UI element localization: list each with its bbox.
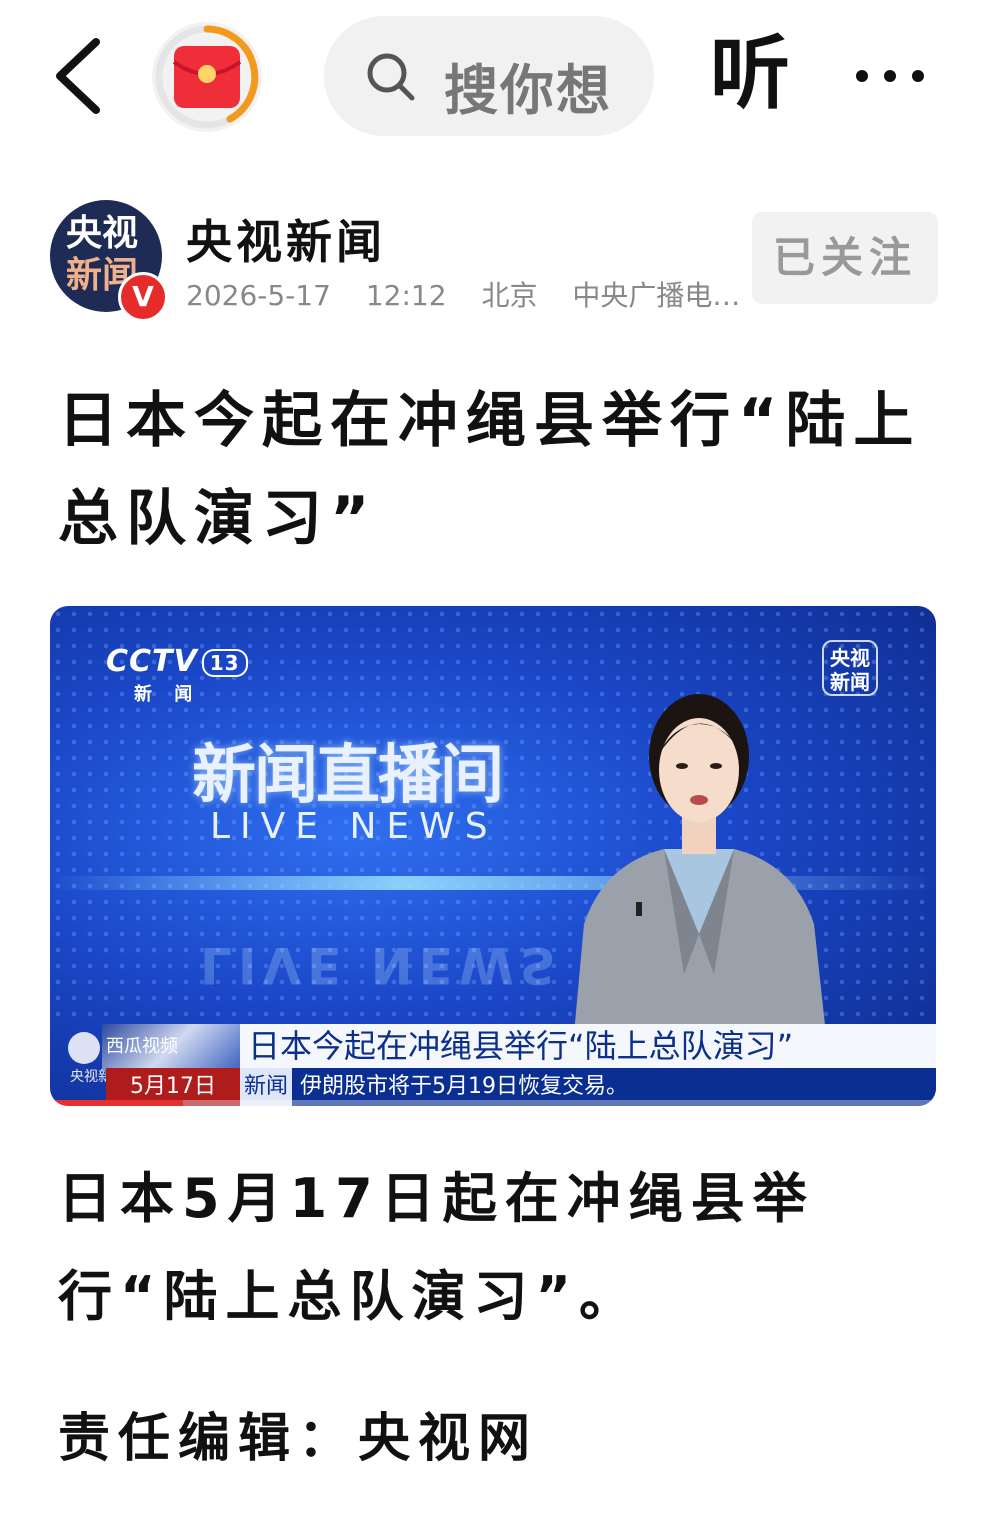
article-body: 日本5月17日起在冲绳县举行“陆上总队演习”。 <box>58 1167 815 1328</box>
channel-number: 13 <box>201 648 248 677</box>
back-arrow-icon[interactable] <box>48 36 108 116</box>
verified-icon: V <box>118 272 168 322</box>
article-editor: 责任编辑：央视网 <box>58 1409 539 1469</box>
ticker-text: 伊朗股市将于5月19日恢复交易。 <box>300 1074 629 1099</box>
avatar-text-top: 央视 <box>66 213 139 254</box>
reflection-text: LIVE NEWS <box>200 936 562 994</box>
follow-button[interactable]: 已关注 <box>752 212 938 304</box>
more-icon[interactable] <box>850 50 930 100</box>
post-meta: 2026-5-17 12:12 北京 中央广播电… <box>186 274 766 314</box>
post-time: 12:12 <box>365 279 447 312</box>
video-source-logo: 西瓜视频 <box>102 1024 242 1070</box>
author-name[interactable]: 央视新闻 <box>186 206 386 272</box>
lower-third-title: 日本今起在冲绳县举行“陆上总队演习” <box>240 1024 936 1068</box>
channel-name: 新 闻 <box>134 684 201 705</box>
channel-logo: CCTV 13 新 闻 <box>106 644 248 705</box>
post-location: 北京 <box>481 279 538 312</box>
news-anchor-image <box>574 694 826 1034</box>
studio-subtitle: LIVE NEWS <box>210 806 498 847</box>
article-headline: 日本今起在冲绳县举行“陆上总队演习” <box>58 386 922 554</box>
listen-button[interactable]: 听 <box>710 24 790 124</box>
video-progress-bar[interactable] <box>50 1100 936 1106</box>
top-bar: 搜你想 听 <box>0 0 986 155</box>
search-box[interactable]: 搜你想 <box>324 16 654 136</box>
play-icon[interactable] <box>68 1032 100 1064</box>
red-packet-icon[interactable] <box>152 22 262 132</box>
search-input[interactable]: 搜你想 <box>444 46 626 125</box>
video-progress-fill <box>50 1100 183 1106</box>
studio-title: 新闻直播间 <box>192 739 504 813</box>
video-player[interactable]: CCTV 13 新 闻 央视新闻 新闻直播间 LIVE NEWS LIVE NEW… <box>50 606 936 1106</box>
post-date: 2026-5-17 <box>186 279 331 312</box>
search-icon <box>367 53 415 101</box>
post-source: 中央广播电… <box>572 279 741 312</box>
